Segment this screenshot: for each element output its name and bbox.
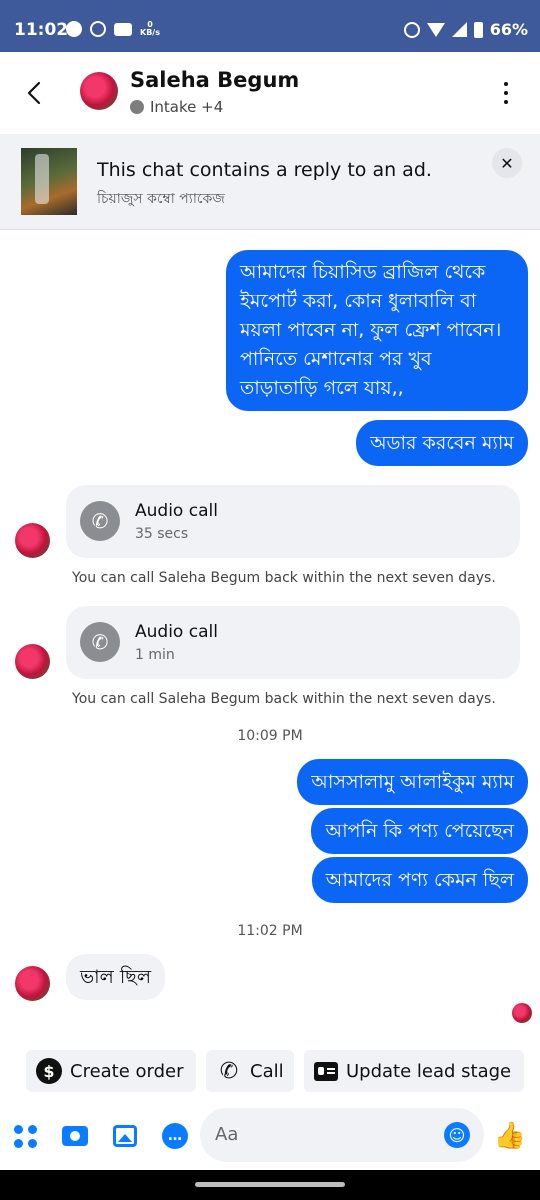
signal-icon [451, 22, 467, 37]
status-notification-icons: 0 KB/s [66, 21, 160, 37]
message-line: তাড়াতাড়ি গলে যায়,, [240, 377, 404, 399]
update-lead-stage-button[interactable]: Update lead stage [304, 1050, 524, 1092]
wifi-icon [426, 22, 445, 37]
message-composer: … Aa ☺ 👍 [0, 1100, 540, 1172]
contact-avatar-small[interactable] [15, 523, 50, 558]
callback-note: You can call Saleha Begum back within th… [72, 691, 496, 707]
ad-reply-banner[interactable]: This chat contains a reply to an ad. চিয… [0, 134, 540, 230]
call-button[interactable]: ✆ Call [206, 1050, 294, 1092]
contact-status-label: Intake +4 [150, 98, 224, 116]
create-order-label: Create order [70, 1060, 184, 1082]
status-time: 11:02 [14, 20, 69, 40]
gallery-icon[interactable] [111, 1122, 139, 1150]
call-duration: 1 min [135, 647, 175, 663]
system-nav-bar [0, 1170, 540, 1200]
home-gesture-handle[interactable] [195, 1182, 345, 1187]
chat-header: Saleha Begum Intake +4 [0, 52, 540, 134]
call-label: Call [250, 1060, 284, 1082]
saved-replies-icon[interactable]: … [161, 1122, 189, 1150]
callback-note: You can call Saleha Begum back within th… [72, 570, 496, 586]
close-icon[interactable]: ✕ [492, 148, 522, 178]
seen-indicator-avatar [512, 1003, 532, 1023]
missed-call-icon: ✆ [80, 501, 120, 541]
navigation-notification-icon [90, 21, 106, 37]
outgoing-message[interactable]: আমাদের চিয়াসিড ব্রাজিল থেকে ইমপোর্ট করা… [226, 250, 528, 411]
network-speed-unit: KB/s [140, 28, 160, 37]
ad-thumbnail [21, 148, 77, 215]
messenger-notification-icon [66, 21, 82, 37]
status-bar: 11:02 0 KB/s 66% [0, 0, 540, 52]
message-input-placeholder: Aa [215, 1124, 239, 1145]
outgoing-message[interactable]: আপনি কি পণ্য পেয়েছেন [311, 808, 528, 854]
alarm-icon [403, 21, 420, 38]
network-speed: 0 KB/s [140, 21, 160, 37]
emoji-icon[interactable]: ☺ [444, 1122, 470, 1148]
timestamp: 10:09 PM [237, 728, 303, 744]
status-dot-icon [130, 100, 144, 114]
more-options-icon[interactable] [502, 82, 510, 104]
contact-name[interactable]: Saleha Begum [130, 68, 299, 92]
missed-call-icon: ✆ [80, 622, 120, 662]
contact-card-icon [314, 1061, 338, 1081]
status-system-icons: 66% [403, 20, 528, 39]
update-lead-stage-label: Update lead stage [346, 1060, 512, 1082]
outgoing-message[interactable]: আমাদের পণ্য কেমন ছিল [311, 857, 528, 903]
call-title: Audio call [135, 622, 218, 642]
contact-avatar-small[interactable] [15, 644, 50, 679]
audio-call-card[interactable]: ✆ Audio call 35 secs [66, 485, 520, 558]
ad-banner-title: This chat contains a reply to an ad. [97, 159, 432, 181]
quick-actions-bar: $ Create order ✆ Call Update lead stage [0, 1050, 540, 1094]
ad-banner-subtitle: চিয়াজুস কম্বো প্যাকেজ [97, 191, 225, 207]
audio-call-card[interactable]: ✆ Audio call 1 min [66, 606, 520, 679]
contact-status[interactable]: Intake +4 [130, 98, 223, 116]
dollar-icon: $ [36, 1058, 62, 1084]
message-input[interactable]: Aa ☺ [200, 1108, 484, 1162]
call-title: Audio call [135, 501, 218, 521]
incoming-message[interactable]: ভাল ছিল [66, 954, 165, 1000]
contact-avatar-small[interactable] [15, 966, 50, 1001]
outgoing-message[interactable]: অডার করবেন ম্যাম [356, 420, 528, 466]
message-line: পানিতে মেশানোর পর খুব [240, 348, 432, 370]
message-line: আমাদের চিয়াসিড ব্রাজিল থেকে [240, 261, 486, 283]
phone-icon: ✆ [219, 1058, 239, 1084]
camera-icon[interactable] [61, 1122, 89, 1150]
thumbs-up-icon[interactable]: 👍 [494, 1121, 526, 1151]
timestamp: 11:02 PM [237, 923, 303, 939]
battery-level: 66% [489, 20, 528, 39]
message-line: ইমপোর্ট করা, কোন ধুলাবালি বা [240, 290, 477, 312]
battery-icon [473, 21, 483, 38]
more-actions-icon[interactable] [11, 1122, 39, 1150]
back-arrow-icon[interactable] [24, 80, 46, 106]
outgoing-message[interactable]: আসসালামু আলাইকুম ম্যাম [297, 759, 528, 805]
create-order-button[interactable]: $ Create order [26, 1050, 196, 1092]
youtube-notification-icon [114, 22, 132, 36]
contact-avatar[interactable] [80, 72, 118, 110]
call-duration: 35 secs [135, 526, 189, 542]
message-line: ময়লা পাবেন না, ফুল ফ্রেশ পাবেন। [240, 319, 502, 341]
